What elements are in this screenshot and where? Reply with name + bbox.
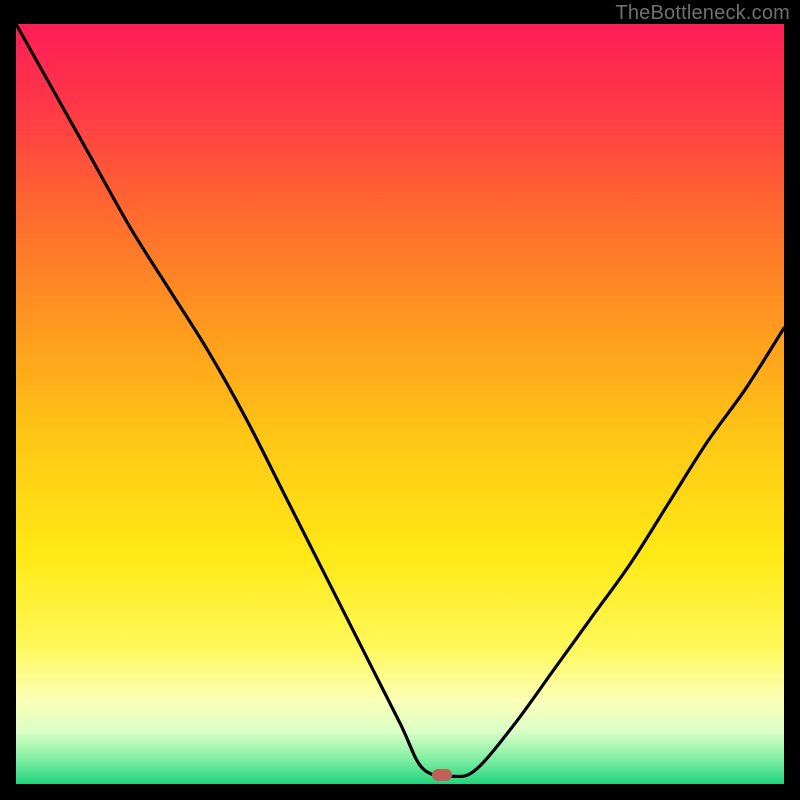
chart-svg [16,24,784,784]
gradient-background [16,24,784,784]
minimum-marker [432,769,452,781]
chart-frame: TheBottleneck.com [0,0,800,800]
watermark-text: TheBottleneck.com [615,2,790,25]
plot-area [16,24,784,784]
